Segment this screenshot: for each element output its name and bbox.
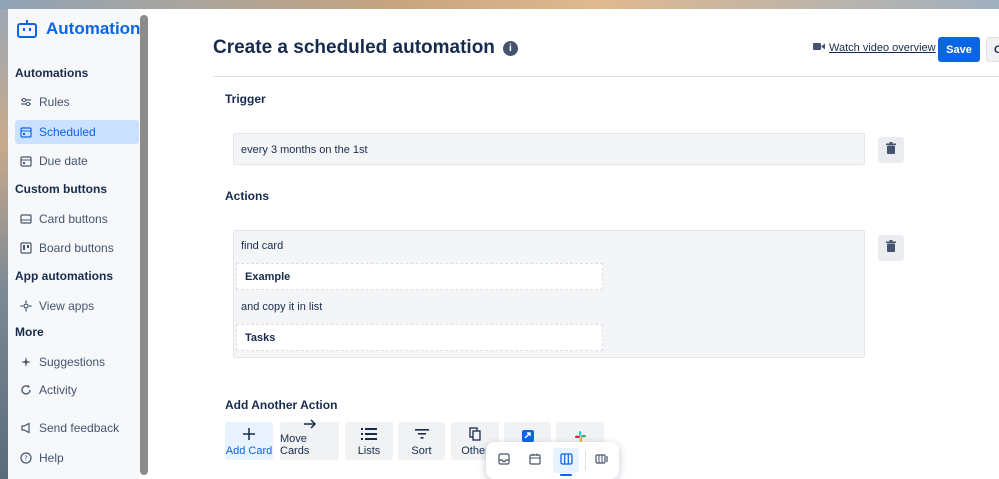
sidebar-item-help[interactable]: ? Help — [15, 446, 139, 470]
action-chip-list-name[interactable]: Tasks — [236, 324, 603, 351]
other-label: Other — [461, 445, 489, 457]
toolbar-separator — [585, 451, 586, 470]
cancel-button[interactable]: C — [986, 37, 999, 62]
automation-window: Automation Automations Rules Scheduled D… — [8, 9, 999, 479]
add-action-heading: Add Another Action — [225, 398, 338, 412]
planner-button[interactable] — [522, 448, 548, 473]
sidebar-item-label: Activity — [39, 383, 78, 397]
card-icon — [19, 212, 33, 226]
sidebar-item-label: Help — [39, 451, 64, 465]
trigger-heading: Trigger — [225, 92, 266, 106]
add-card-label: Add Card — [225, 445, 273, 457]
sparkle-icon — [19, 355, 33, 369]
gear-icon — [19, 299, 33, 313]
trash-icon — [886, 239, 896, 257]
section-title-custom-buttons: Custom buttons — [15, 182, 107, 196]
board-view-icon — [559, 452, 573, 470]
sidebar-item-label: Suggestions — [39, 355, 106, 369]
sidebar-item-rules[interactable]: Rules — [15, 90, 139, 114]
lists-button[interactable]: Lists — [345, 422, 393, 460]
sidebar-item-activity[interactable]: Activity — [15, 378, 139, 402]
plus-icon — [242, 426, 256, 442]
sidebar-item-label: Rules — [39, 95, 70, 109]
floating-view-toolbar — [486, 442, 619, 479]
sidebar-item-scheduled[interactable]: Scheduled — [15, 120, 139, 144]
sidebar-item-view-apps[interactable]: View apps — [15, 294, 139, 318]
add-card-button[interactable]: Add Card — [225, 422, 273, 460]
sliders-icon — [19, 95, 33, 109]
desktop-background — [0, 0, 999, 9]
page-title: Create a scheduled automation i — [213, 37, 518, 59]
trash-icon — [886, 141, 896, 159]
move-cards-button[interactable]: Move Cards — [280, 419, 339, 460]
robot-icon — [16, 19, 38, 39]
section-title-app-automations: App automations — [15, 269, 113, 283]
sidebar-item-label: View apps — [39, 299, 95, 313]
sidebar-item-due-date[interactable]: Due date — [15, 149, 139, 173]
page-title-text: Create a scheduled automation — [213, 37, 495, 58]
info-icon[interactable]: i — [502, 40, 518, 56]
switch-boards-button[interactable] — [588, 448, 614, 473]
sort-icon — [414, 426, 429, 442]
action-chip-card-name[interactable]: Example — [236, 263, 603, 290]
sidebar-item-label: Board buttons — [39, 241, 114, 255]
move-cards-label: Move Cards — [280, 433, 310, 457]
save-button[interactable]: Save — [938, 37, 980, 62]
section-title-more: More — [15, 325, 44, 339]
switch-boards-icon — [594, 452, 608, 470]
sidebar-item-label: Due date — [39, 154, 88, 168]
app-title: Automation — [46, 19, 141, 38]
trigger-panel[interactable]: every 3 months on the 1st — [233, 133, 865, 165]
lists-label: Lists — [357, 445, 381, 457]
action-line-find-card: find card — [241, 240, 284, 252]
brand: Automation — [16, 19, 140, 39]
board-view-button[interactable] — [553, 448, 579, 473]
video-camera-icon — [813, 42, 825, 54]
list-icon — [361, 426, 377, 442]
sidebar-item-label: Send feedback — [39, 421, 120, 435]
header-divider — [213, 76, 999, 77]
watch-video-label: Watch video overview — [829, 42, 936, 54]
megaphone-icon — [19, 421, 33, 435]
calendar-icon — [19, 154, 33, 168]
sidebar-item-card-buttons[interactable]: Card buttons — [15, 207, 139, 231]
inbox-button[interactable] — [491, 448, 517, 473]
delete-trigger-button[interactable] — [878, 137, 904, 163]
sidebar-item-board-buttons[interactable]: Board buttons — [15, 236, 139, 260]
calendar-icon — [529, 452, 541, 470]
trigger-text: every 3 months on the 1st — [241, 144, 368, 156]
delete-action-button[interactable] — [878, 235, 904, 261]
sidebar-item-label: Scheduled — [39, 125, 96, 139]
actions-heading: Actions — [225, 189, 270, 203]
copy-icon — [469, 426, 481, 442]
action-line-copy: and copy it in list — [241, 301, 323, 313]
calendar-icon — [19, 125, 33, 139]
help-icon: ? — [19, 451, 33, 465]
sidebar-item-send-feedback[interactable]: Send feedback — [15, 416, 139, 440]
active-view-indicator — [560, 474, 572, 476]
sort-button[interactable]: Sort — [398, 422, 445, 460]
board-icon — [19, 241, 33, 255]
sort-label: Sort — [411, 445, 432, 457]
inbox-icon — [498, 452, 510, 470]
refresh-icon — [19, 383, 33, 397]
svg-text:?: ? — [24, 455, 28, 463]
sidebar: Automation Automations Rules Scheduled D… — [8, 9, 140, 479]
watch-video-link[interactable]: Watch video overview — [813, 42, 936, 54]
sidebar-item-label: Card buttons — [39, 212, 108, 226]
sidebar-item-suggestions[interactable]: Suggestions — [15, 350, 139, 374]
arrow-right-icon — [303, 418, 317, 430]
action-panel[interactable]: find card Example and copy it in list Ta… — [233, 230, 865, 358]
sidebar-scrollbar[interactable] — [140, 15, 148, 475]
section-title-automations: Automations — [15, 66, 89, 80]
